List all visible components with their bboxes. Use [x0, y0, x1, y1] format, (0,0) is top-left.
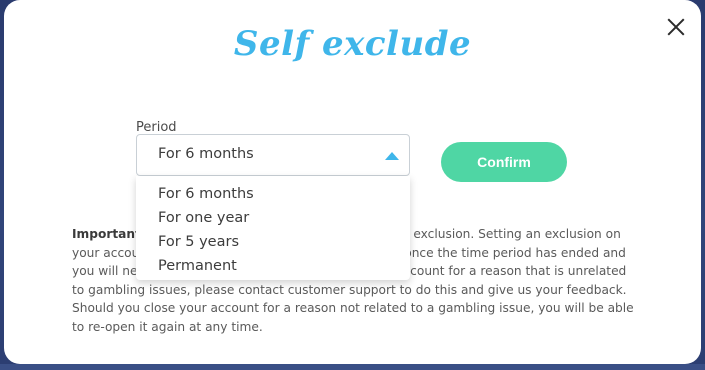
period-label: Period [136, 120, 177, 135]
page-backdrop [0, 364, 705, 370]
dropdown-option[interactable]: Permanent [136, 254, 410, 278]
period-select-value: For 6 months [158, 146, 254, 162]
modal-title: Self exclude [233, 24, 472, 64]
period-select[interactable]: For 6 months [136, 134, 410, 176]
info-bold-lead: Important [72, 227, 141, 241]
self-exclude-modal: Self exclude Period For 6 months Confirm… [4, 0, 701, 364]
dropdown-option[interactable]: For one year [136, 206, 410, 230]
confirm-button[interactable]: Confirm [441, 142, 567, 182]
dropdown-option[interactable]: For 5 years [136, 230, 410, 254]
period-dropdown: For 6 months For one year For 5 years Pe… [136, 176, 410, 280]
chevron-up-icon [385, 152, 399, 160]
dropdown-option[interactable]: For 6 months [136, 182, 410, 206]
